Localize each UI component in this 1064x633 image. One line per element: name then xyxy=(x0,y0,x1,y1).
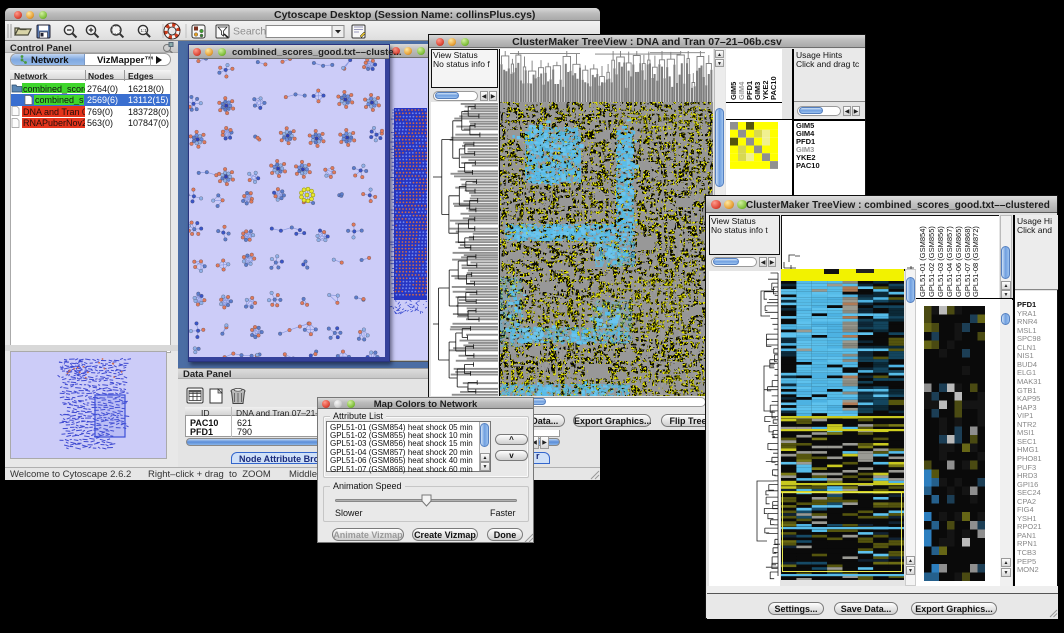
svg-text:Search:: Search: xyxy=(233,26,269,38)
svg-text:1:1: 1:1 xyxy=(141,28,148,33)
